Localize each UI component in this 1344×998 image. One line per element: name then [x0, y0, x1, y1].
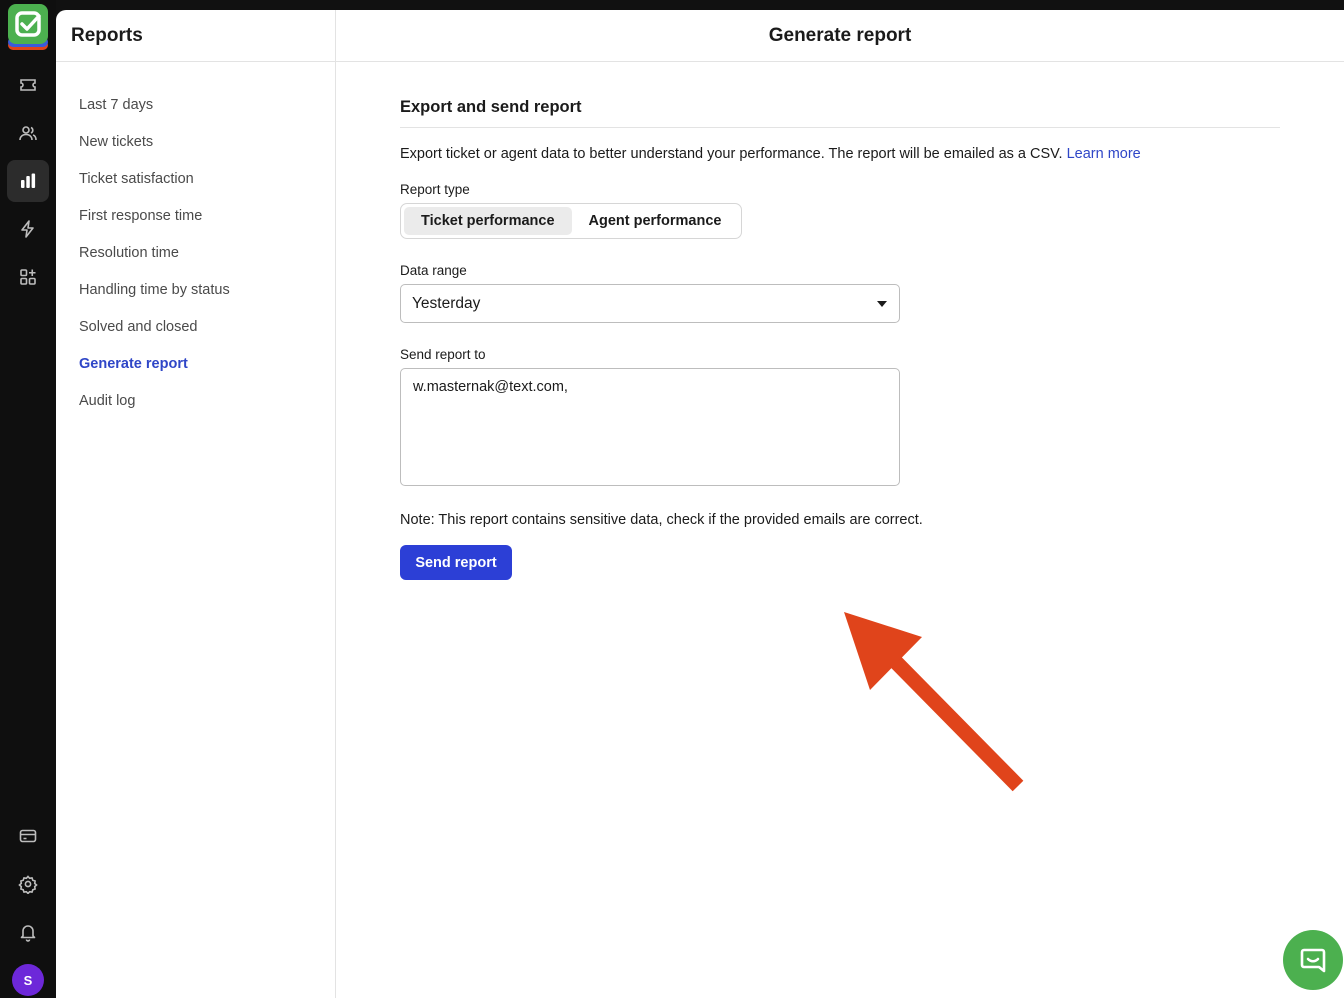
- page-title: Generate report: [336, 10, 1344, 62]
- nav-item-resolution-time[interactable]: Resolution time: [56, 234, 335, 271]
- bolt-icon: [21, 220, 34, 238]
- report-type-toggle: Ticket performance Agent performance: [400, 203, 743, 239]
- nav-item-solved-and-closed[interactable]: Solved and closed: [56, 308, 335, 345]
- rail-automations-button[interactable]: [7, 208, 49, 250]
- chat-icon: [1300, 948, 1326, 973]
- nav-item-first-response-time[interactable]: First response time: [56, 197, 335, 234]
- data-range-label: Data range: [400, 263, 467, 278]
- send-to-textarea[interactable]: w.masternak@text.com,: [400, 368, 900, 486]
- caret-down-icon: [877, 300, 887, 307]
- nav-item-generate-report[interactable]: Generate report: [56, 345, 335, 382]
- ticket-icon: [20, 79, 36, 91]
- main-content: Generate report Export and send report E…: [336, 10, 1344, 998]
- nav-item-audit-log[interactable]: Audit log: [56, 382, 335, 419]
- rail-reports-button[interactable]: [7, 160, 49, 202]
- rail-billing-button[interactable]: [7, 815, 49, 857]
- rail-tickets-button[interactable]: [7, 64, 49, 106]
- rail-settings-button[interactable]: [7, 863, 49, 905]
- report-type-ticket-performance[interactable]: Ticket performance: [404, 207, 572, 235]
- description-body: Export ticket or agent data to better un…: [400, 146, 1063, 162]
- users-icon: [19, 126, 37, 141]
- annotation-arrow-icon: [844, 612, 1024, 792]
- description-text: Export ticket or agent data to better un…: [400, 146, 1280, 162]
- rail-notifications-button[interactable]: [7, 911, 49, 953]
- app-panel: Reports Last 7 days New tickets Ticket s…: [56, 10, 1344, 998]
- nav-item-ticket-satisfaction[interactable]: Ticket satisfaction: [56, 160, 335, 197]
- nav-item-handling-time-by-status[interactable]: Handling time by status: [56, 271, 335, 308]
- sensitive-data-note: Note: This report contains sensitive dat…: [400, 512, 923, 528]
- data-range-value: Yesterday: [412, 294, 481, 312]
- report-type-agent-performance[interactable]: Agent performance: [572, 207, 739, 235]
- billing-icon: [19, 829, 37, 843]
- bell-icon: [20, 925, 36, 942]
- data-range-select[interactable]: Yesterday: [400, 284, 900, 323]
- reports-nav: Last 7 days New tickets Ticket satisfact…: [56, 62, 335, 419]
- rail-customers-button[interactable]: [7, 112, 49, 154]
- app-logo-icon[interactable]: [8, 4, 48, 52]
- nav-item-new-tickets[interactable]: New tickets: [56, 123, 335, 160]
- section-title: Export and send report: [400, 98, 1280, 128]
- icon-rail: S: [0, 0, 56, 998]
- sidebar-title: Reports: [56, 10, 335, 62]
- learn-more-link[interactable]: Learn more: [1067, 146, 1141, 162]
- rail-apps-button[interactable]: [7, 256, 49, 298]
- apps-icon: [20, 269, 36, 285]
- chat-launcher-button[interactable]: [1283, 930, 1343, 990]
- report-type-label: Report type: [400, 182, 470, 197]
- reports-sidebar: Reports Last 7 days New tickets Ticket s…: [56, 10, 336, 998]
- export-form: Export and send report Export ticket or …: [400, 98, 1280, 580]
- send-report-button[interactable]: Send report: [400, 545, 512, 580]
- bar-chart-icon: [21, 173, 36, 188]
- nav-item-last-7-days[interactable]: Last 7 days: [56, 86, 335, 123]
- send-to-value: w.masternak@text.com,: [413, 379, 568, 395]
- send-to-label: Send report to: [400, 347, 486, 362]
- user-avatar[interactable]: S: [12, 964, 44, 996]
- settings-icon: [18, 875, 38, 894]
